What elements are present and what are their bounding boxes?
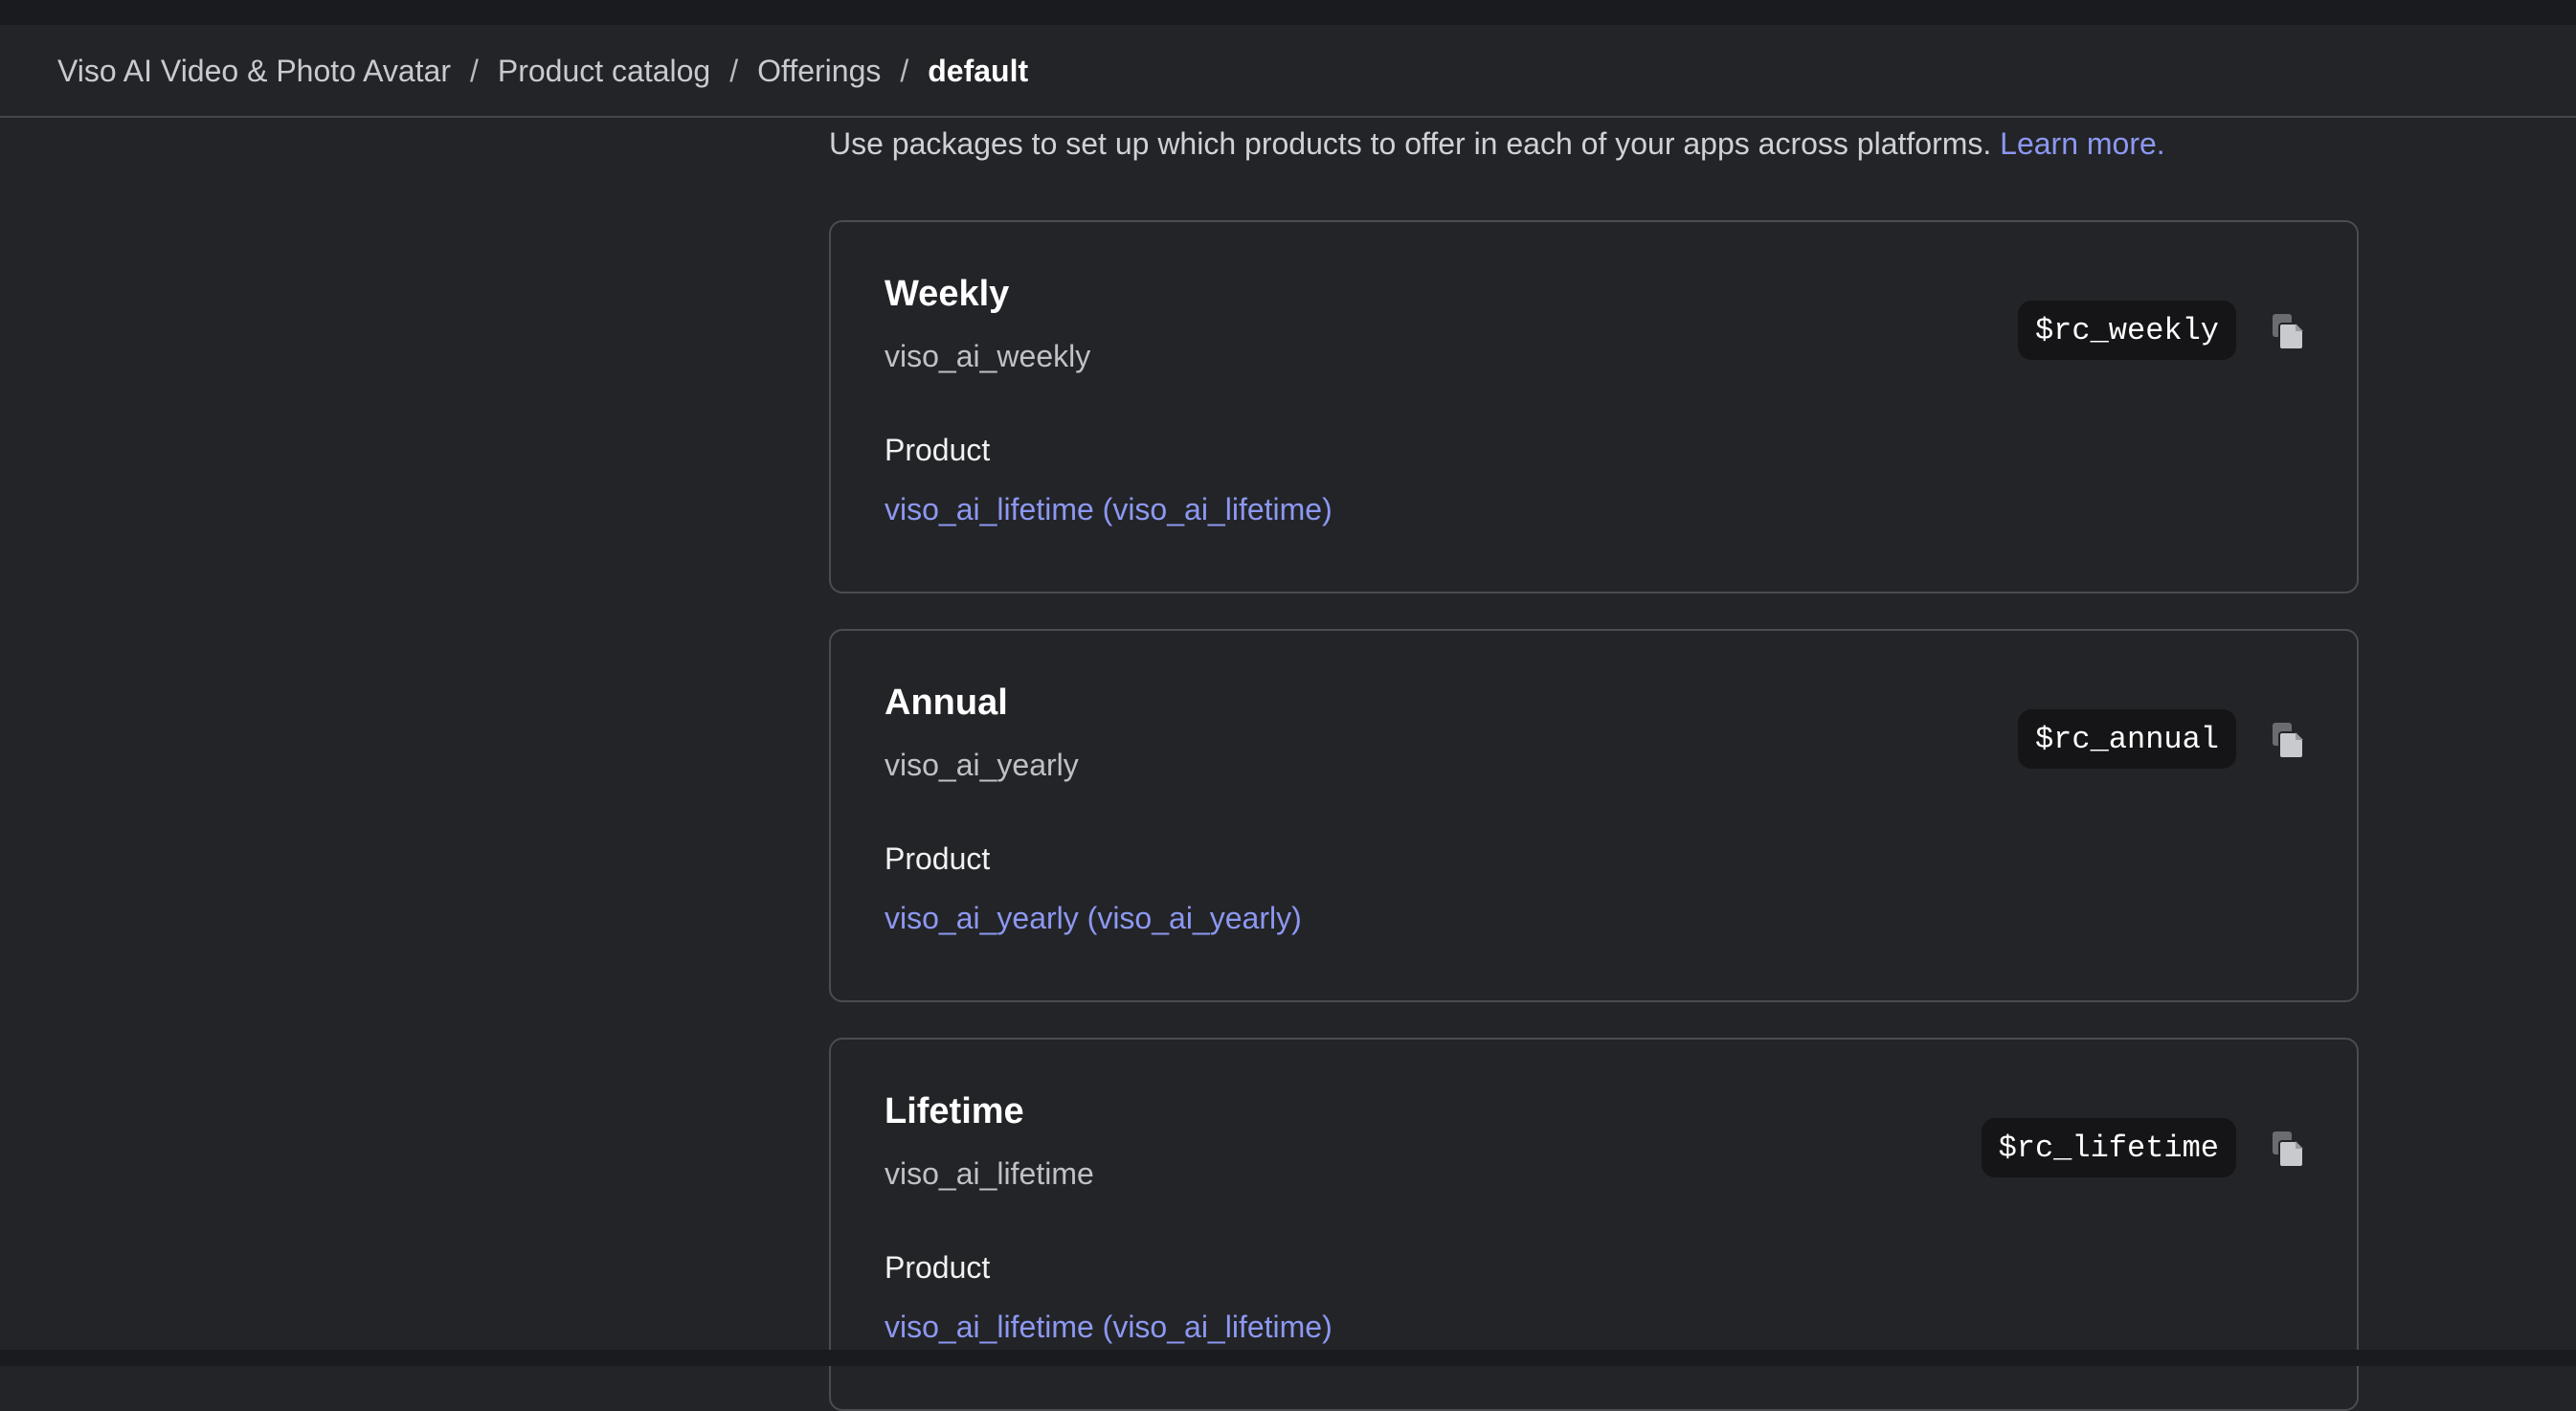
package-key-badge: $rc_annual: [2017, 709, 2236, 769]
package-card-annual: Annual viso_ai_yearly Product viso_ai_ye…: [829, 629, 2359, 1002]
product-link[interactable]: viso_ai_yearly (viso_ai_yearly): [885, 901, 1302, 936]
package-key-badge: $rc_lifetime: [1981, 1118, 2236, 1177]
copy-icon[interactable]: [2269, 721, 2307, 759]
copy-icon[interactable]: [2269, 1130, 2307, 1168]
intro-text: Use packages to set up which products to…: [829, 126, 1992, 161]
breadcrumb-product-catalog[interactable]: Product catalog: [498, 54, 710, 89]
breadcrumb: Viso AI Video & Photo Avatar / Product c…: [57, 25, 1028, 118]
package-title: Weekly: [885, 274, 1010, 314]
bottom-strip: [0, 1350, 2576, 1366]
learn-more-link[interactable]: Learn more.: [2000, 126, 2165, 161]
breadcrumb-separator: /: [900, 54, 909, 88]
product-label: Product: [885, 1250, 991, 1285]
package-title: Annual: [885, 683, 1008, 723]
page-header: Viso AI Video & Photo Avatar / Product c…: [0, 25, 2576, 118]
breadcrumb-separator: /: [469, 54, 479, 88]
package-title: Lifetime: [885, 1091, 1024, 1131]
breadcrumb-current: default: [928, 54, 1029, 88]
product-label: Product: [885, 841, 991, 876]
breadcrumb-offerings[interactable]: Offerings: [757, 54, 881, 89]
breadcrumb-separator: /: [729, 54, 739, 88]
package-identifier: viso_ai_yearly: [885, 748, 1079, 782]
copy-icon[interactable]: [2269, 312, 2307, 350]
product-link[interactable]: viso_ai_lifetime (viso_ai_lifetime): [885, 1310, 1333, 1345]
product-link[interactable]: viso_ai_lifetime (viso_ai_lifetime): [885, 492, 1333, 527]
breadcrumb-app[interactable]: Viso AI Video & Photo Avatar: [57, 54, 451, 89]
package-identifier: viso_ai_lifetime: [885, 1156, 1094, 1191]
package-card-weekly: Weekly viso_ai_weekly Product viso_ai_li…: [829, 220, 2359, 594]
top-strip: [0, 0, 2576, 25]
product-label: Product: [885, 433, 991, 467]
packages-intro: Use packages to set up which products to…: [829, 126, 2165, 162]
package-identifier: viso_ai_weekly: [885, 339, 1091, 373]
package-key-badge: $rc_weekly: [2017, 301, 2236, 360]
